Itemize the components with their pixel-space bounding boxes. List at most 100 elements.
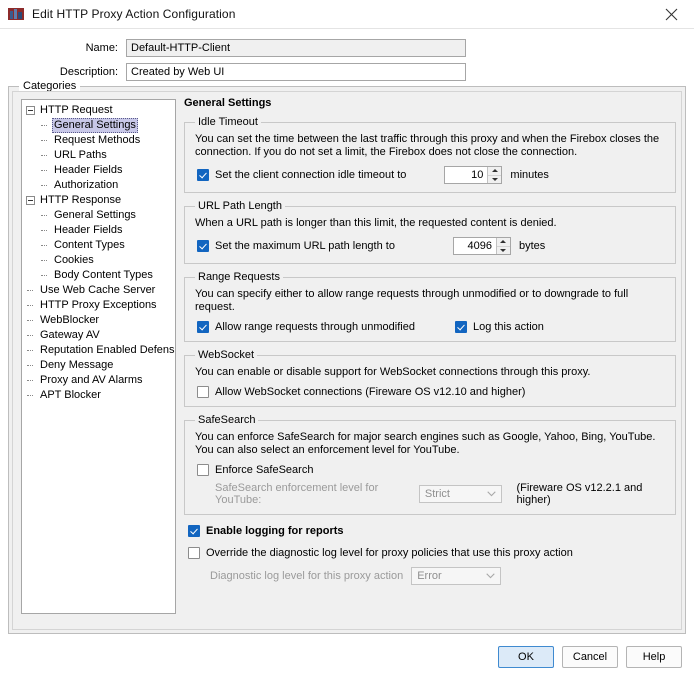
tree-branch-icon	[40, 121, 49, 130]
tree-branch-icon	[26, 346, 35, 355]
tree-expander-icon[interactable]	[26, 106, 35, 115]
tree-item-proxy-and-av-alarms[interactable]: Proxy and AV Alarms	[22, 373, 175, 388]
tree-branch-icon	[40, 256, 49, 265]
tree-item-label: Reputation Enabled Defense	[40, 344, 176, 356]
title-bar: Edit HTTP Proxy Action Configuration	[0, 0, 694, 29]
idle-timeout-checkbox[interactable]	[197, 169, 209, 181]
help-button[interactable]: Help	[626, 646, 682, 668]
tree-item-label: HTTP Proxy Exceptions	[40, 299, 157, 311]
tree-item-label: Body Content Types	[54, 269, 153, 281]
override-diagnostic-row: Override the diagnostic log level for pr…	[188, 547, 676, 559]
allow-websocket-checkbox[interactable]	[197, 386, 209, 398]
tree-item-gateway-av[interactable]: Gateway AV	[22, 328, 175, 343]
tree-branch-icon	[26, 391, 35, 400]
tree-branch-icon	[40, 226, 49, 235]
safesearch-level-value: Strict	[424, 488, 450, 500]
tree-branch-icon	[40, 181, 49, 190]
idle-timeout-legend: Idle Timeout	[198, 116, 258, 128]
categories-tree[interactable]: HTTP Request General Settings Request Meth…	[21, 99, 176, 614]
safesearch-level-select[interactable]: Strict	[418, 485, 503, 503]
log-this-action-checkbox[interactable]	[454, 321, 467, 333]
tree-branch-icon	[26, 286, 35, 295]
url-path-length-checkbox-label: Set the maximum URL path length to	[215, 240, 395, 252]
tree-item-label: Header Fields	[54, 164, 123, 176]
diagnostic-level-label: Diagnostic log level for this proxy acti…	[210, 570, 404, 582]
tree-branch-icon	[40, 271, 49, 280]
tree-item-url-paths[interactable]: URL Paths	[22, 148, 175, 163]
ok-button[interactable]: OK	[498, 646, 554, 668]
description-row: Description: Created by Web UI	[0, 63, 694, 81]
tree-item-label: General Settings	[54, 209, 136, 221]
tree-item-content-types[interactable]: Content Types	[22, 238, 175, 253]
tree-item-http-proxy-exceptions[interactable]: HTTP Proxy Exceptions	[22, 298, 175, 313]
tree-item-label: Content Types	[54, 239, 125, 251]
tree-branch-icon	[26, 331, 35, 340]
window-title: Edit HTTP Proxy Action Configuration	[32, 7, 236, 21]
description-input[interactable]: Created by Web UI	[126, 63, 466, 81]
url-path-length-value[interactable]: 4096	[453, 238, 496, 254]
tree-item-deny-message[interactable]: Deny Message	[22, 358, 175, 373]
tree-item-webblocker[interactable]: WebBlocker	[22, 313, 175, 328]
idle-timeout-value[interactable]: 10	[445, 167, 488, 183]
tree-item-apt-blocker[interactable]: APT Blocker	[22, 388, 175, 403]
diagnostic-level-select[interactable]: Error	[411, 567, 502, 585]
enable-logging-checkbox[interactable]	[188, 525, 200, 537]
idle-timeout-increment[interactable]	[488, 167, 502, 176]
url-path-length-increment[interactable]	[496, 238, 510, 247]
tree-item-label: Deny Message	[40, 359, 114, 371]
section-url-path-length: URL Path Length When a URL path is longe…	[184, 200, 676, 264]
tree-item-label: APT Blocker	[40, 389, 101, 401]
safesearch-level-label: SafeSearch enforcement level for YouTube…	[215, 482, 379, 506]
tree-item-header-fields[interactable]: Header Fields	[22, 223, 175, 238]
name-input[interactable]: Default-HTTP-Client	[126, 39, 466, 57]
enable-logging-row: Enable logging for reports	[188, 525, 676, 537]
tree-item-authorization[interactable]: Authorization	[22, 178, 175, 193]
cancel-button[interactable]: Cancel	[562, 646, 618, 668]
safesearch-row: Enforce SafeSearch	[197, 464, 667, 476]
tree-item-body-content-types[interactable]: Body Content Types	[22, 268, 175, 283]
url-path-length-decrement[interactable]	[497, 247, 510, 255]
idle-timeout-decrement[interactable]	[488, 176, 501, 184]
idle-timeout-unit: minutes	[510, 169, 549, 181]
url-path-length-legend: URL Path Length	[198, 200, 282, 212]
url-path-length-row: Set the maximum URL path length to 4096 …	[197, 237, 667, 255]
tree-expander-icon[interactable]	[26, 196, 35, 205]
url-path-length-unit: bytes	[518, 240, 546, 252]
close-icon[interactable]	[648, 0, 694, 28]
tree-branch-icon	[40, 241, 49, 250]
tree-item-use-web-cache-server[interactable]: Use Web Cache Server	[22, 283, 175, 298]
tree-item-header-fields[interactable]: Header Fields	[22, 163, 175, 178]
enable-logging-label: Enable logging for reports	[206, 525, 344, 537]
url-path-length-checkbox[interactable]	[197, 240, 209, 252]
url-path-length-description: When a URL path is longer than this limi…	[195, 217, 557, 229]
idle-timeout-stepper-arrows[interactable]	[487, 167, 502, 184]
tree-item-label: Use Web Cache Server	[40, 284, 156, 296]
tree-item-general-settings[interactable]: General Settings	[22, 208, 175, 223]
tree-item-http-request[interactable]: HTTP Request	[22, 103, 175, 118]
log-this-action-label: Log this action	[472, 321, 544, 333]
tree-item-label: WebBlocker	[40, 314, 100, 326]
dialog-button-bar: OK Cancel Help	[0, 646, 694, 668]
enforce-safesearch-checkbox[interactable]	[197, 464, 209, 476]
url-path-length-stepper[interactable]: 4096	[452, 237, 511, 255]
tree-item-cookies[interactable]: Cookies	[22, 253, 175, 268]
tree-item-request-methods[interactable]: Request Methods	[22, 133, 175, 148]
idle-timeout-stepper[interactable]: 10	[444, 166, 503, 184]
idle-timeout-checkbox-label: Set the client connection idle timeout t…	[215, 169, 407, 181]
tree-item-label: HTTP Response	[40, 194, 122, 206]
tree-item-label: Gateway AV	[40, 329, 100, 341]
tree-item-general-settings[interactable]: General Settings	[22, 118, 175, 133]
safesearch-description: You can enforce SafeSearch for major sea…	[195, 431, 656, 456]
tree-branch-icon	[26, 361, 35, 370]
tree-item-reputation-enabled-defense[interactable]: Reputation Enabled Defense	[22, 343, 175, 358]
range-requests-description: You can specify either to allow range re…	[195, 288, 629, 313]
tree-item-http-response[interactable]: HTTP Response	[22, 193, 175, 208]
url-path-length-stepper-arrows[interactable]	[495, 238, 510, 255]
allow-range-requests-checkbox[interactable]	[197, 321, 209, 333]
tree-branch-icon	[40, 166, 49, 175]
tree-item-label: HTTP Request	[40, 104, 113, 116]
tree-branch-icon	[26, 316, 35, 325]
page-title: General Settings	[184, 97, 272, 109]
override-diagnostic-checkbox[interactable]	[188, 547, 200, 559]
chevron-down-icon	[486, 570, 495, 582]
